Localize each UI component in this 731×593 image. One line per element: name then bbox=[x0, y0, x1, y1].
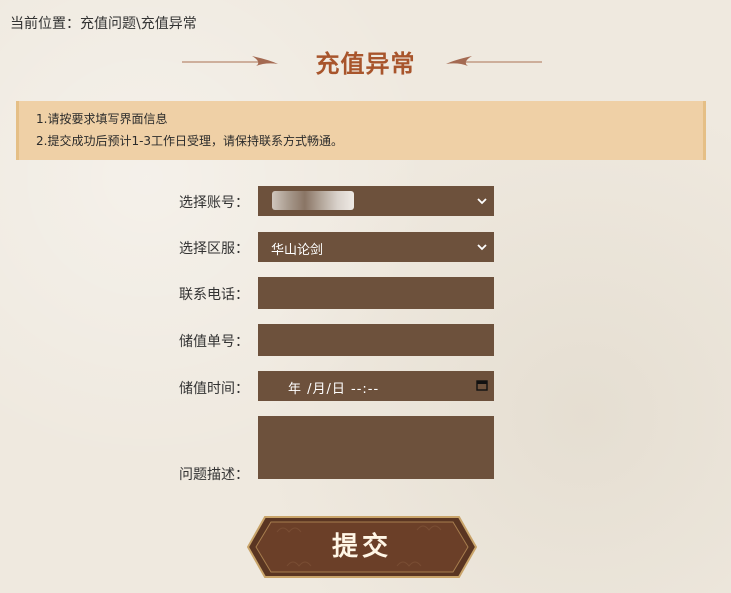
description-textarea[interactable] bbox=[258, 416, 494, 479]
account-select[interactable] bbox=[258, 186, 494, 216]
notice-line-2: 2.提交成功后预计1-3工作日受理，请保持联系方式畅通。 bbox=[36, 134, 344, 148]
chevron-down-icon bbox=[477, 198, 487, 205]
time-row: 储值时间： 年 /月/日 --:-- bbox=[0, 371, 731, 403]
desc-label: 问题描述： bbox=[179, 467, 249, 483]
order-row: 储值单号： bbox=[0, 324, 731, 356]
breadcrumb: 当前位置：充值问题\充值异常 bbox=[10, 16, 197, 32]
phone-label: 联系电话： bbox=[179, 287, 249, 303]
right-ornament-icon bbox=[446, 56, 542, 66]
server-select[interactable]: 华山论剑 bbox=[258, 232, 494, 262]
account-label: 选择账号： bbox=[179, 195, 249, 211]
order-label: 储值单号： bbox=[179, 334, 249, 350]
page-title: 充值异常 bbox=[315, 50, 416, 78]
notice-line-1: 1.请按要求填写界面信息 bbox=[36, 112, 168, 126]
datetime-input[interactable]: 年 /月/日 --:-- bbox=[258, 371, 494, 401]
server-label: 选择区服： bbox=[179, 241, 249, 257]
calendar-icon[interactable] bbox=[476, 379, 488, 391]
submit-label: 提交 bbox=[331, 532, 392, 562]
submit-button[interactable]: 提交 bbox=[247, 516, 477, 578]
phone-input[interactable] bbox=[258, 277, 494, 309]
phone-row: 联系电话： bbox=[0, 277, 731, 309]
server-row: 选择区服： 华山论剑 bbox=[0, 232, 731, 264]
desc-row: 问题描述： bbox=[0, 416, 731, 483]
chevron-down-icon bbox=[477, 244, 487, 251]
order-number-input[interactable] bbox=[258, 324, 494, 356]
account-row: 选择账号： bbox=[0, 186, 731, 218]
title-bar: 充值异常 bbox=[0, 44, 731, 80]
notice-box: 1.请按要求填写界面信息 2.提交成功后预计1-3工作日受理，请保持联系方式畅通… bbox=[16, 101, 706, 160]
datetime-placeholder: 年 /月/日 --:-- bbox=[288, 382, 380, 397]
time-label: 储值时间： bbox=[179, 381, 249, 397]
account-value-redacted bbox=[272, 191, 354, 210]
server-value: 华山论剑 bbox=[271, 243, 324, 258]
